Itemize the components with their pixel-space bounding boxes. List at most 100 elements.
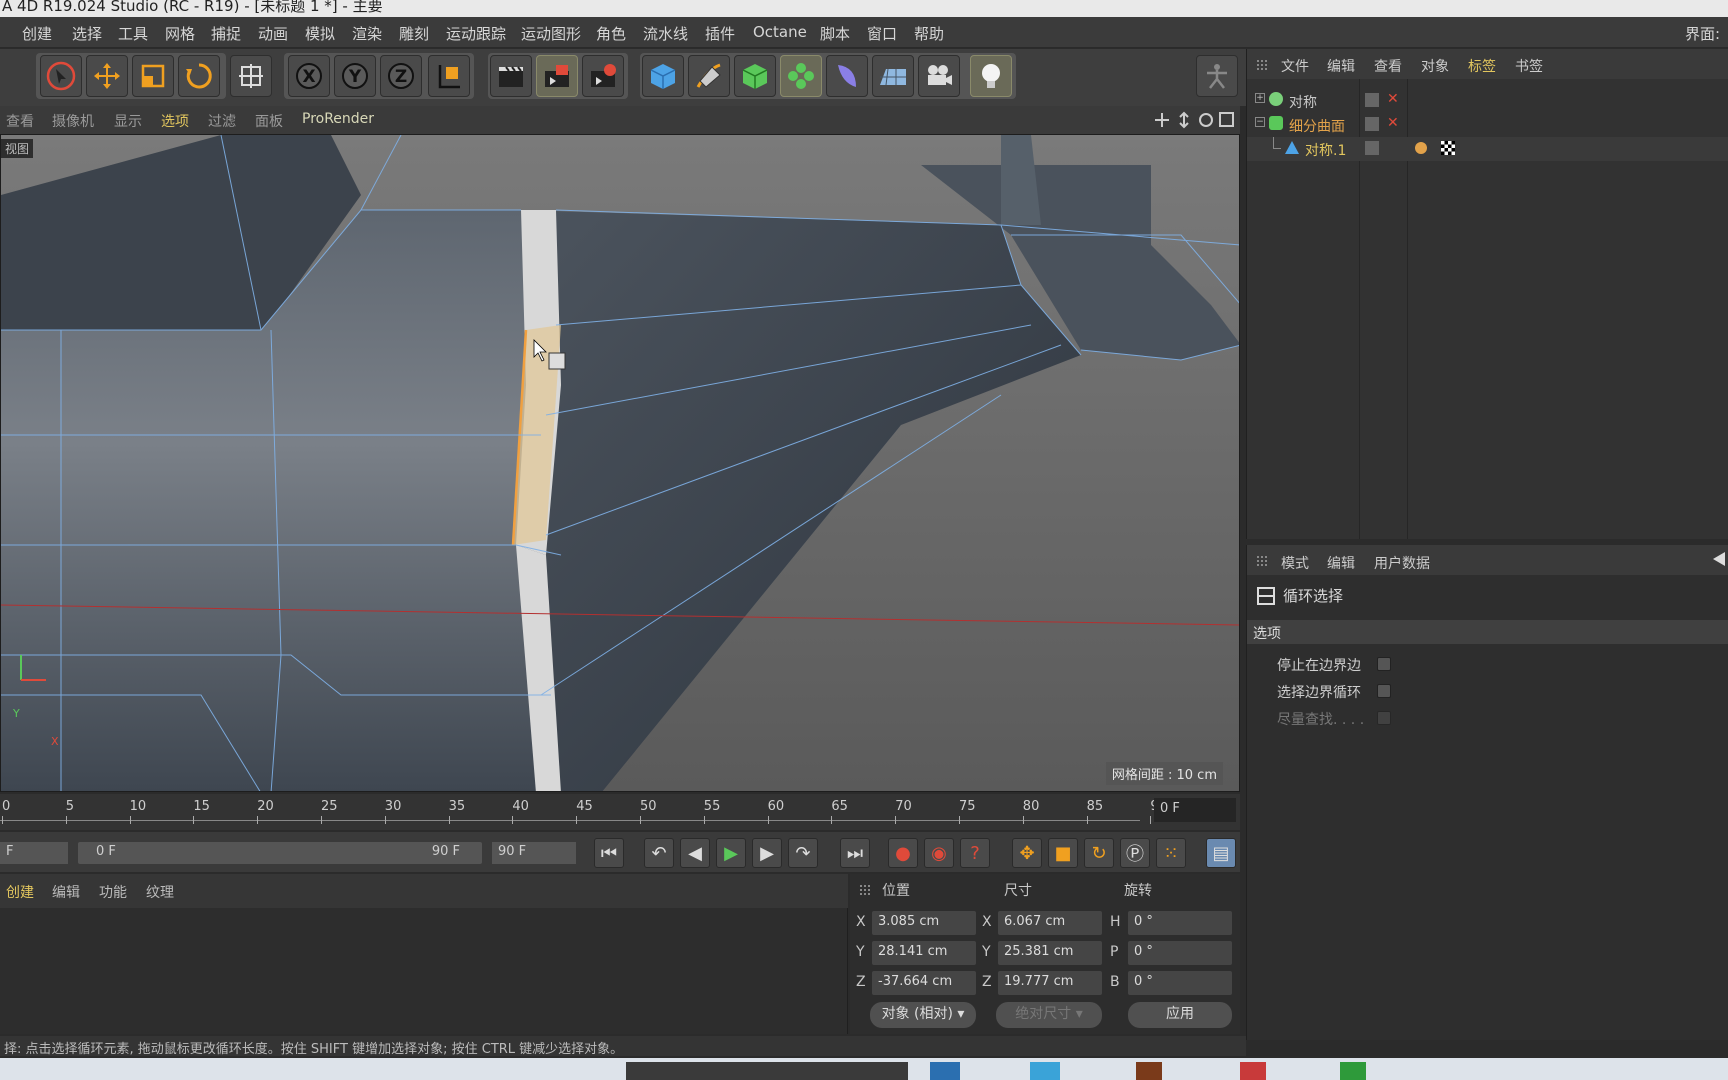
floor-button[interactable]: [872, 55, 914, 97]
om-menu-objects[interactable]: 对象: [1421, 56, 1449, 76]
back-arrow-icon[interactable]: [1713, 552, 1725, 566]
camera-button[interactable]: [918, 55, 960, 97]
size-x-field[interactable]: 6.067 cm: [998, 911, 1102, 935]
collapse-icon[interactable]: −: [1255, 117, 1265, 127]
coordinate-mode-dropdown[interactable]: 对象 (相对) ▾: [870, 1002, 976, 1028]
menu-item-sculpt[interactable]: 雕刻: [399, 23, 429, 44]
array-button[interactable]: [780, 55, 822, 97]
rotation-h-field[interactable]: 0 °: [1128, 911, 1232, 935]
am-menu-mode[interactable]: 模式: [1281, 553, 1309, 573]
object-row-symmetry[interactable]: + 对称 ✕: [1247, 89, 1728, 113]
position-y-field[interactable]: 28.141 cm: [872, 941, 976, 965]
viewport-menu-panel[interactable]: 面板: [255, 111, 283, 131]
am-menu-edit[interactable]: 编辑: [1327, 553, 1355, 573]
app-icon[interactable]: [1340, 1062, 1366, 1080]
mm-menu-texture[interactable]: 纹理: [146, 882, 174, 902]
edit-toggle-icon[interactable]: [1365, 117, 1379, 131]
viewport-scene[interactable]: [1, 135, 1240, 792]
size-z-field[interactable]: 19.777 cm: [998, 971, 1102, 995]
grip-icon[interactable]: [858, 883, 872, 897]
cube-button[interactable]: [642, 55, 684, 97]
viewport-menu-camera[interactable]: 摄像机: [52, 111, 94, 131]
om-menu-file[interactable]: 文件: [1281, 56, 1309, 76]
menu-item-render[interactable]: 渲染: [352, 23, 382, 44]
apply-button[interactable]: 应用: [1128, 1002, 1232, 1028]
mm-menu-edit[interactable]: 编辑: [52, 882, 80, 902]
menu-item-plugins[interactable]: 插件: [705, 23, 735, 44]
greedy-search-checkbox[interactable]: [1377, 711, 1391, 725]
menu-item-octane[interactable]: Octane: [753, 23, 807, 41]
key-pla-button[interactable]: ⁙: [1156, 838, 1186, 868]
app-icon[interactable]: [1030, 1062, 1060, 1080]
menu-item-simulate[interactable]: 模拟: [305, 23, 335, 44]
timeline-ruler[interactable]: 051015202530354045505560657075808590 0 F: [0, 794, 1240, 830]
object-row-symmetry-1[interactable]: 对称.1: [1247, 137, 1728, 161]
rotate-button[interactable]: [178, 55, 220, 97]
viewport-nav-icons[interactable]: [1154, 111, 1234, 129]
menu-item-help[interactable]: 帮助: [914, 23, 944, 44]
coordinate-system-button[interactable]: [428, 55, 470, 97]
app-icon[interactable]: [1240, 1062, 1266, 1080]
grip-icon[interactable]: [1255, 58, 1269, 72]
om-menu-view[interactable]: 查看: [1374, 56, 1402, 76]
viewport-menu-options[interactable]: 选项: [161, 111, 189, 131]
timeline-layout-button[interactable]: ▤: [1206, 838, 1236, 868]
y-axis-button[interactable]: Y: [334, 55, 376, 97]
edit-toggle-icon[interactable]: [1365, 141, 1379, 155]
go-to-start-button[interactable]: ⏮: [594, 838, 624, 868]
subdivision-button[interactable]: [734, 55, 776, 97]
mm-menu-function[interactable]: 功能: [99, 882, 127, 902]
menu-item-mograph[interactable]: 运动图形: [521, 23, 581, 44]
next-key-button[interactable]: ↷: [788, 838, 818, 868]
viewport-menu-prorender[interactable]: ProRender: [302, 111, 374, 127]
size-mode-dropdown[interactable]: 绝对尺寸 ▾: [996, 1002, 1102, 1028]
live-select-button[interactable]: [40, 55, 82, 97]
rotation-b-field[interactable]: 0 °: [1128, 971, 1232, 995]
render-settings-button[interactable]: [582, 55, 624, 97]
move-button[interactable]: [86, 55, 128, 97]
viewport-menu-display[interactable]: 显示: [114, 111, 142, 131]
record-button[interactable]: ●: [888, 838, 918, 868]
layout-figure-button[interactable]: [1196, 55, 1238, 97]
app-icon[interactable]: [1136, 1062, 1162, 1080]
current-frame-field[interactable]: 0 F: [1154, 798, 1236, 822]
menu-item-character[interactable]: 角色: [596, 23, 626, 44]
previous-key-button[interactable]: ↶: [644, 838, 674, 868]
menu-item-script[interactable]: 脚本: [820, 23, 850, 44]
go-to-end-button[interactable]: ⏭: [840, 838, 870, 868]
om-menu-tags[interactable]: 标签: [1468, 56, 1496, 76]
menu-item-select[interactable]: 选择: [72, 23, 102, 44]
phong-tag-icon[interactable]: [1415, 142, 1427, 154]
deformer-button[interactable]: [826, 55, 868, 97]
render-picture-viewer-button[interactable]: [536, 55, 578, 97]
viewport-menu-view[interactable]: 查看: [6, 111, 34, 131]
menu-item-motion-tracker[interactable]: 运动跟踪: [446, 23, 506, 44]
key-scale-button[interactable]: ■: [1048, 838, 1078, 868]
end-frame-field[interactable]: 90 F: [492, 842, 576, 864]
app-icon[interactable]: [930, 1062, 960, 1080]
autokey-button[interactable]: ◉: [924, 838, 954, 868]
options-section-header[interactable]: 选项: [1247, 620, 1728, 644]
am-menu-user-data[interactable]: 用户数据: [1374, 553, 1430, 573]
pen-button[interactable]: [688, 55, 730, 97]
position-x-field[interactable]: 3.085 cm: [872, 911, 976, 935]
menu-item-tools[interactable]: 工具: [118, 23, 148, 44]
disable-icon[interactable]: ✕: [1387, 115, 1399, 131]
edit-toggle-icon[interactable]: [1365, 93, 1379, 107]
object-name[interactable]: 对称: [1289, 92, 1317, 112]
next-frame-button[interactable]: ▶: [752, 838, 782, 868]
key-rotation-button[interactable]: ↻: [1084, 838, 1114, 868]
key-parameter-button[interactable]: Ⓟ: [1120, 838, 1150, 868]
mm-menu-create[interactable]: 创建: [6, 882, 34, 902]
material-tag-icon[interactable]: [1441, 141, 1455, 155]
menu-item-pipeline[interactable]: 流水线: [643, 23, 688, 44]
z-axis-button[interactable]: Z: [380, 55, 422, 97]
expand-icon[interactable]: +: [1255, 93, 1265, 103]
start-frame-field[interactable]: F: [0, 842, 68, 864]
object-name[interactable]: 对称.1: [1305, 140, 1346, 160]
disable-icon[interactable]: ✕: [1387, 91, 1399, 107]
active-window-thumbnail[interactable]: [626, 1062, 908, 1080]
rotation-p-field[interactable]: 0 °: [1128, 941, 1232, 965]
object-name[interactable]: 细分曲面: [1289, 116, 1345, 136]
stop-at-boundary-checkbox[interactable]: [1377, 657, 1391, 671]
